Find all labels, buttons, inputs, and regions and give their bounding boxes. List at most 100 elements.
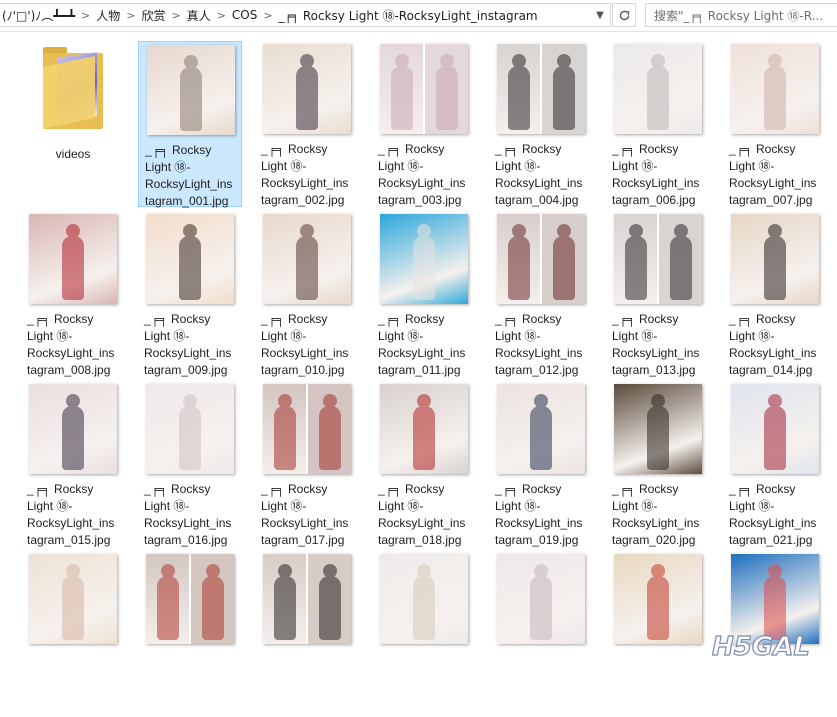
file-item[interactable]: _╒╕ Rocksy Light ⑱- RocksyLight_ins tagram_…	[723, 41, 827, 207]
file-item[interactable]	[21, 551, 125, 717]
file-name: _╒╕ Rocksy Light ⑱- RocksyLight_ins tagram_…	[723, 481, 827, 549]
file-name-line: Light ⑱-	[378, 159, 424, 173]
file-name-line: tagram_003.jpg	[378, 193, 462, 207]
file-name-line: _╒╕ Rocksy	[261, 142, 328, 156]
file-item[interactable]: _╒╕ Rocksy Light ⑱- RocksyLight_ins tagram_…	[255, 211, 359, 377]
file-name: _╒╕ Rocksy Light ⑱- RocksyLight_ins tagram_…	[255, 481, 359, 549]
image-thumbnail	[731, 384, 819, 474]
breadcrumb-item-current[interactable]: _╒╕ Rocksy Light ⑱-RocksyLight_instagram	[274, 7, 543, 24]
file-name-line: RocksyLight_ins	[145, 177, 233, 191]
file-item[interactable]: _╒╕ Rocksy Light ⑱- RocksyLight_ins tagram_…	[255, 41, 359, 207]
file-name-line: Light ⑱-	[495, 499, 541, 513]
file-name-line: _╒╕ Rocksy	[612, 312, 679, 326]
file-item[interactable]	[606, 551, 710, 717]
search-input[interactable]: 搜索"_╒╕ Rocksy Light ⑱-R...	[645, 3, 837, 27]
file-item[interactable]: _╒╕ Rocksy Light ⑱- RocksyLight_ins tagram_…	[489, 211, 593, 377]
image-thumbnail	[614, 214, 702, 304]
file-name-line: _╒╕ Rocksy	[144, 482, 211, 496]
file-name-line: Light ⑱-	[729, 159, 775, 173]
file-item[interactable]: _╒╕ Rocksy Light ⑱- RocksyLight_ins tagram_…	[606, 381, 710, 547]
file-name-line: tagram_021.jpg	[729, 533, 813, 547]
file-item[interactable]: _╒╕ Rocksy Light ⑱- RocksyLight_ins tagram_…	[606, 41, 710, 207]
file-name-line: _╒╕ Rocksy	[729, 312, 796, 326]
chevron-right-icon[interactable]: >	[216, 9, 227, 22]
file-item[interactable]: _╒╕ Rocksy Light ⑱- RocksyLight_ins tagram_…	[606, 211, 710, 377]
file-name-line: tagram_013.jpg	[612, 363, 696, 377]
refresh-icon	[619, 10, 629, 20]
file-name-line: tagram_016.jpg	[144, 533, 228, 547]
image-thumbnail	[263, 554, 351, 644]
file-name-line: Light ⑱-	[612, 499, 658, 513]
file-item[interactable]: _╒╕ Rocksy Light ⑱- RocksyLight_ins tagram_…	[21, 211, 125, 377]
file-name-line: tagram_017.jpg	[261, 533, 345, 547]
file-item[interactable]: _╒╕ Rocksy Light ⑱- RocksyLight_ins tagram_…	[489, 41, 593, 207]
file-name-line: RocksyLight_ins	[378, 516, 466, 530]
refresh-button[interactable]	[612, 3, 636, 27]
file-item[interactable]: _╒╕ Rocksy Light ⑱- RocksyLight_ins tagram_…	[489, 381, 593, 547]
file-name: _╒╕ Rocksy Light ⑱- RocksyLight_ins tagram_…	[372, 481, 476, 549]
file-item[interactable]: _╒╕ Rocksy Light ⑱- RocksyLight_ins tagram_…	[372, 41, 476, 207]
image-thumbnail	[29, 384, 117, 474]
chevron-right-icon[interactable]: >	[262, 9, 273, 22]
file-name-line: RocksyLight_ins	[495, 516, 583, 530]
file-name-line: Light ⑱-	[144, 329, 190, 343]
file-name-line: tagram_008.jpg	[27, 363, 111, 377]
file-name-line: Light ⑱-	[261, 159, 307, 173]
folder-item-videos[interactable]: videos	[21, 41, 125, 207]
file-item[interactable]: _╒╕ Rocksy Light ⑱- RocksyLight_ins tagram_…	[138, 41, 242, 208]
file-item[interactable]: _╒╕ Rocksy Light ⑱- RocksyLight_ins tagram_…	[21, 381, 125, 547]
file-name-line: _╒╕ Rocksy	[612, 142, 679, 156]
file-name-line: _╒╕ Rocksy	[144, 312, 211, 326]
file-name-line: tagram_002.jpg	[261, 193, 345, 207]
file-name-line: _╒╕ Rocksy	[27, 312, 94, 326]
chevron-right-icon[interactable]: >	[125, 9, 136, 22]
breadcrumb-item[interactable]: 欣赏	[136, 7, 170, 24]
file-name-line: RocksyLight_ins	[27, 516, 115, 530]
chevron-down-icon[interactable]: ▼	[591, 4, 609, 26]
file-item[interactable]	[489, 551, 593, 717]
file-name-line: Light ⑱-	[261, 499, 307, 513]
file-name-line: _╒╕ Rocksy	[729, 142, 796, 156]
breadcrumb-item[interactable]: 人物	[91, 7, 125, 24]
file-name-line: RocksyLight_ins	[144, 516, 232, 530]
image-thumbnail	[614, 554, 702, 644]
file-item[interactable]: _╒╕ Rocksy Light ⑱- RocksyLight_ins tagram_…	[138, 381, 242, 547]
file-item[interactable]: _╒╕ Rocksy Light ⑱- RocksyLight_ins tagram_…	[372, 211, 476, 377]
file-name: _╒╕ Rocksy Light ⑱- RocksyLight_ins tagram_…	[138, 311, 242, 379]
file-name: _╒╕ Rocksy Light ⑱- RocksyLight_ins tagram_…	[723, 141, 827, 209]
file-name-line: _╒╕ Rocksy	[145, 143, 212, 157]
file-name-line: tagram_015.jpg	[27, 533, 111, 547]
image-thumbnail	[380, 214, 468, 304]
file-name: _╒╕ Rocksy Light ⑱- RocksyLight_ins tagram_…	[606, 481, 710, 549]
file-item[interactable]: _╒╕ Rocksy Light ⑱- RocksyLight_ins tagram_…	[255, 381, 359, 547]
breadcrumb-item[interactable]: (ﾉ'□')ﾉ︵┻━┻	[0, 7, 80, 24]
file-item[interactable]: _╒╕ Rocksy Light ⑱- RocksyLight_ins tagram_…	[138, 211, 242, 377]
file-item[interactable]	[255, 551, 359, 717]
file-name-line: _╒╕ Rocksy	[495, 142, 562, 156]
image-thumbnail	[497, 554, 585, 644]
file-name: _╒╕ Rocksy Light ⑱- RocksyLight_ins tagram_…	[255, 141, 359, 209]
file-name: _╒╕ Rocksy Light ⑱- RocksyLight_ins tagram_…	[372, 141, 476, 209]
image-thumbnail	[29, 554, 117, 644]
file-name: _╒╕ Rocksy Light ⑱- RocksyLight_ins tagram_…	[606, 311, 710, 379]
file-name: _╒╕ Rocksy Light ⑱- RocksyLight_ins tagram_…	[138, 481, 242, 549]
breadcrumb-item[interactable]: COS	[227, 8, 262, 22]
file-item[interactable]: _╒╕ Rocksy Light ⑱- RocksyLight_ins tagram_…	[372, 381, 476, 547]
image-thumbnail	[263, 384, 351, 474]
image-thumbnail	[380, 384, 468, 474]
file-item[interactable]	[138, 551, 242, 717]
chevron-right-icon[interactable]: >	[170, 9, 181, 22]
chevron-right-icon[interactable]: >	[80, 9, 91, 22]
file-name-line: _╒╕ Rocksy	[261, 482, 328, 496]
file-item[interactable]	[372, 551, 476, 717]
svg-text:H5GAL: H5GAL	[712, 632, 810, 662]
file-item[interactable]: _╒╕ Rocksy Light ⑱- RocksyLight_ins tagram_…	[723, 211, 827, 377]
file-name-line: tagram_007.jpg	[729, 193, 813, 207]
file-item[interactable]: _╒╕ Rocksy Light ⑱- RocksyLight_ins tagram_…	[723, 381, 827, 547]
breadcrumb-item[interactable]: 真人	[182, 7, 216, 24]
file-name-line: _╒╕ Rocksy	[495, 312, 562, 326]
file-name-line: RocksyLight_ins	[27, 346, 115, 360]
image-thumbnail	[731, 214, 819, 304]
file-name: _╒╕ Rocksy Light ⑱- RocksyLight_ins tagram_…	[255, 311, 359, 379]
breadcrumb[interactable]: (ﾉ'□')ﾉ︵┻━┻ > 人物 > 欣赏 > 真人 > COS > _╒╕ R…	[0, 3, 611, 27]
